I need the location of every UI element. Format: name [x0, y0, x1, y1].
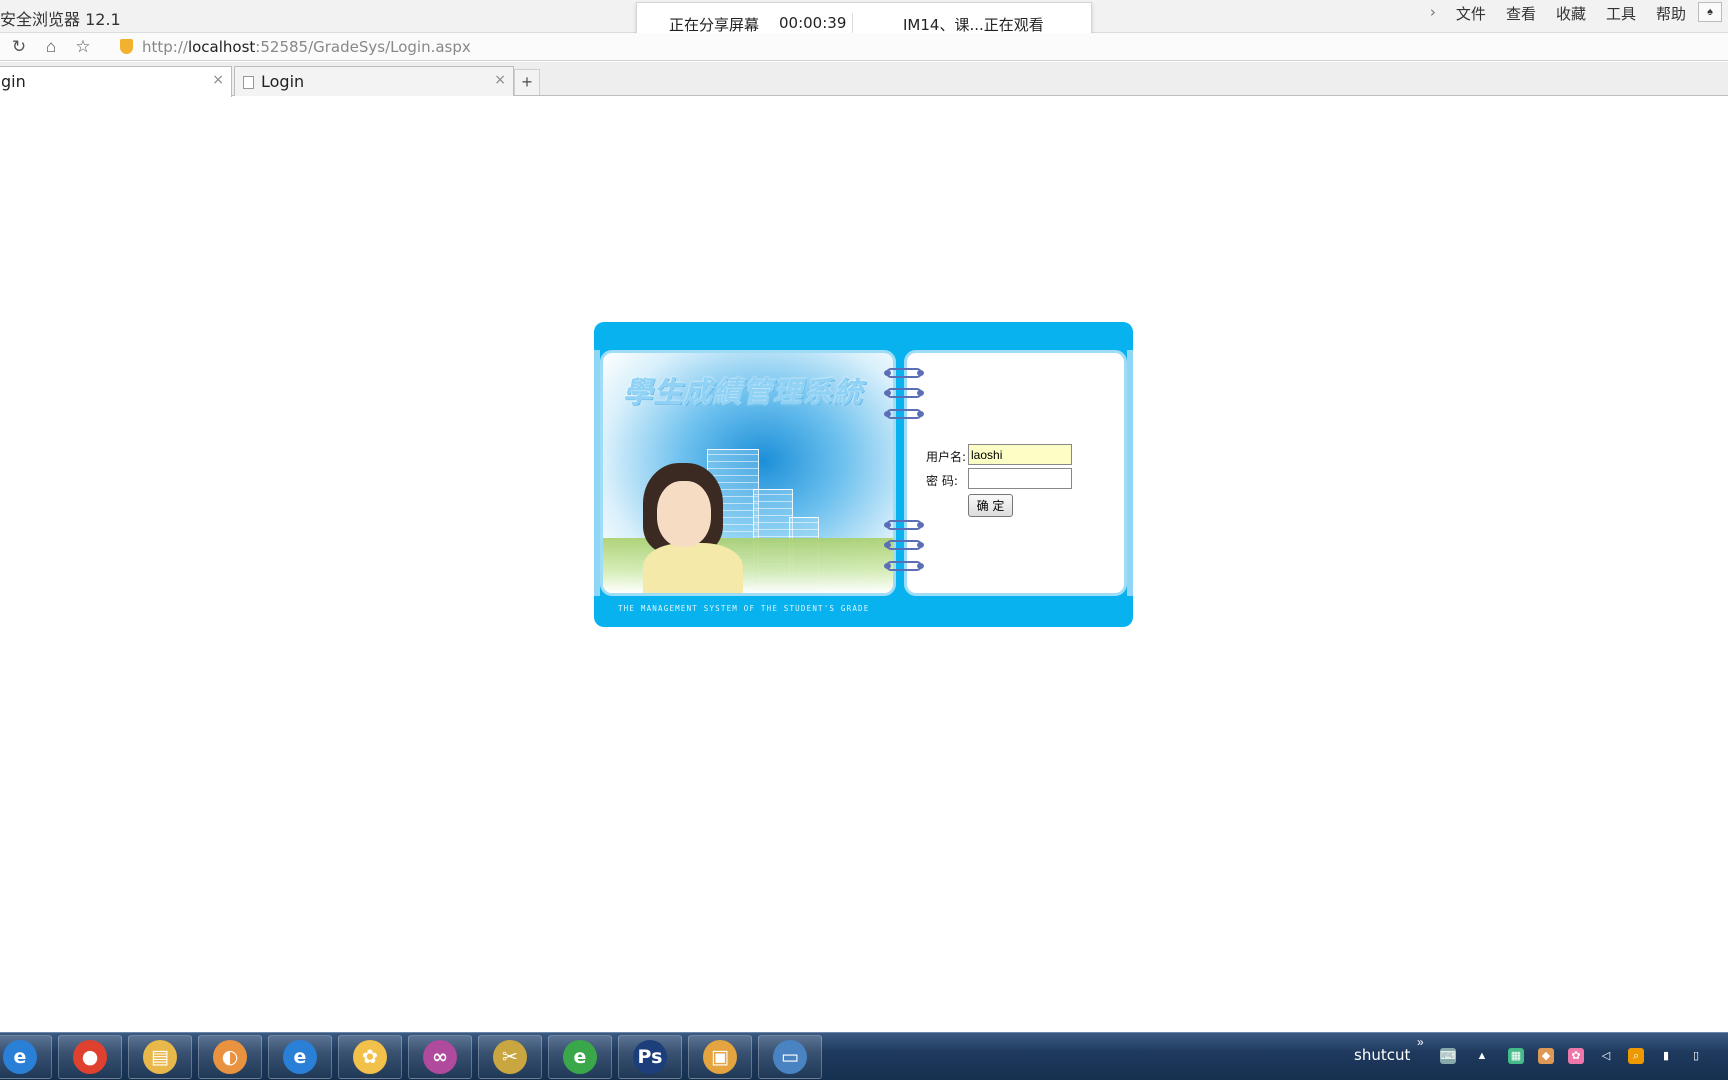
girl-illustration	[643, 543, 743, 593]
tab-strip: gin × Login × +	[0, 62, 1728, 97]
url-host: localhost	[187, 38, 256, 56]
windows-taskbar: e ● ▤ ◐ e ✿ ∞ ✂ e Ps ▣ ▭ shutcut » ⌨ ▲ ▦ ◆ ✿ ◁ ⌕ ▮ …	[0, 1032, 1728, 1080]
visual-studio-icon: ∞	[423, 1040, 457, 1074]
taskbar-app-button[interactable]: e	[548, 1035, 612, 1079]
menu-view[interactable]: 查看	[1504, 3, 1538, 24]
close-icon[interactable]: ×	[494, 72, 506, 88]
photoshop-icon: Ps	[633, 1040, 667, 1074]
caret-up-icon[interactable]: ▲	[1474, 1048, 1490, 1064]
menu-tools[interactable]: 工具	[1604, 3, 1638, 24]
girl-illustration	[657, 481, 711, 547]
volume-icon[interactable]: ◁	[1598, 1048, 1614, 1064]
qq-icon: ✿	[353, 1040, 387, 1074]
folder-icon: ▤	[143, 1040, 177, 1074]
package-icon: ▣	[703, 1040, 737, 1074]
app-title: 安全浏览器 12.1	[0, 10, 121, 29]
username-input[interactable]	[968, 444, 1072, 465]
taskbar-app-button[interactable]: ◐	[198, 1035, 262, 1079]
chrome-icon: ●	[73, 1040, 107, 1074]
ie-icon-2: e	[283, 1040, 317, 1074]
password-label: 密 码:	[926, 474, 958, 488]
tab-login[interactable]: Login ×	[234, 66, 514, 96]
tab-label: gin	[1, 72, 26, 91]
tools-icon: ✂	[493, 1040, 527, 1074]
shield-icon	[120, 39, 133, 54]
star-icon[interactable]: ☆	[72, 36, 94, 58]
tab-login-active[interactable]: gin ×	[0, 66, 232, 97]
password-input[interactable]	[968, 468, 1072, 489]
tray-label[interactable]: shutcut	[1354, 1046, 1410, 1064]
speaker-icon: ◐	[213, 1040, 247, 1074]
submit-button[interactable]: 确 定	[968, 494, 1013, 517]
banner-image: 學生成績管理系統	[600, 350, 896, 596]
share-viewer: IM14、课...正在观看	[903, 16, 1044, 34]
binder-ring-icon	[884, 388, 924, 398]
taskbar-app-button[interactable]: ∞	[408, 1035, 472, 1079]
divider	[852, 13, 853, 33]
shirt-icon[interactable]: ♠	[1698, 2, 1722, 22]
binder-ring-icon	[884, 540, 924, 550]
binder-ring-icon	[884, 409, 924, 419]
flower-icon[interactable]: ✿	[1568, 1048, 1584, 1064]
page-icon	[243, 76, 254, 89]
share-status: 正在分享屏幕	[669, 16, 760, 34]
share-timer: 00:00:39	[779, 14, 847, 32]
keyboard-icon[interactable]: ⌨	[1440, 1048, 1456, 1064]
battery-icon[interactable]: ▯	[1688, 1048, 1704, 1064]
network-icon[interactable]: ▦	[1508, 1048, 1524, 1064]
taskbar-app-button[interactable]: ●	[58, 1035, 122, 1079]
navigation-bar: ↻ ⌂ ☆ http://localhost:52585/GradeSys/Lo…	[0, 33, 1728, 61]
taskbar-app-button[interactable]: Ps	[618, 1035, 682, 1079]
menu-file[interactable]: 文件	[1454, 3, 1488, 24]
ie-icon: e	[3, 1040, 37, 1074]
card-footer-text: THE MANAGEMENT SYSTEM OF THE STUDENT'S G…	[618, 604, 870, 613]
taskbar-app-button[interactable]: ▣	[688, 1035, 752, 1079]
taskbar-app-button[interactable]: ✂	[478, 1035, 542, 1079]
window-icon: ▭	[773, 1040, 807, 1074]
menu-favorites[interactable]: 收藏	[1554, 3, 1588, 24]
chevron-double-right-icon[interactable]: »	[1417, 1035, 1424, 1049]
home-icon[interactable]: ⌂	[40, 36, 62, 58]
search-icon[interactable]: ⌕	[1628, 1048, 1644, 1064]
taskbar-app-button[interactable]: ▭	[758, 1035, 822, 1079]
signal-icon[interactable]: ▮	[1658, 1048, 1674, 1064]
reload-icon[interactable]: ↻	[8, 36, 30, 58]
tab-label: Login	[261, 72, 305, 91]
browser-e-icon: e	[563, 1040, 597, 1074]
menu-help[interactable]: 帮助	[1654, 3, 1688, 24]
close-icon[interactable]: ×	[212, 72, 224, 88]
card-rim-right	[1127, 350, 1133, 596]
username-label: 用户名:	[926, 450, 967, 464]
url-path: :52585/GradeSys/Login.aspx	[255, 38, 471, 56]
menu-bar: › 文件 查看 收藏 工具 帮助	[1428, 3, 1688, 24]
binder-ring-icon	[884, 368, 924, 378]
taskbar-app-button[interactable]: e	[268, 1035, 332, 1079]
url-prefix: http://	[142, 38, 188, 56]
new-tab-button[interactable]: +	[514, 69, 540, 95]
login-card: 學生成績管理系統 用户名: 密 码: 确 定 THE MANAGEMENT SY…	[594, 322, 1133, 627]
binder-ring-icon	[884, 561, 924, 571]
box-icon[interactable]: ◆	[1538, 1048, 1554, 1064]
system-title: 學生成績管理系統	[623, 375, 864, 409]
taskbar-app-button[interactable]: ✿	[338, 1035, 402, 1079]
binder-ring-icon	[884, 520, 924, 530]
taskbar-app-button[interactable]: ▤	[128, 1035, 192, 1079]
address-bar[interactable]: http://localhost:52585/GradeSys/Login.as…	[142, 38, 471, 56]
chevron-right-icon[interactable]: ›	[1428, 3, 1438, 24]
taskbar-app-button[interactable]: e	[0, 1035, 52, 1079]
